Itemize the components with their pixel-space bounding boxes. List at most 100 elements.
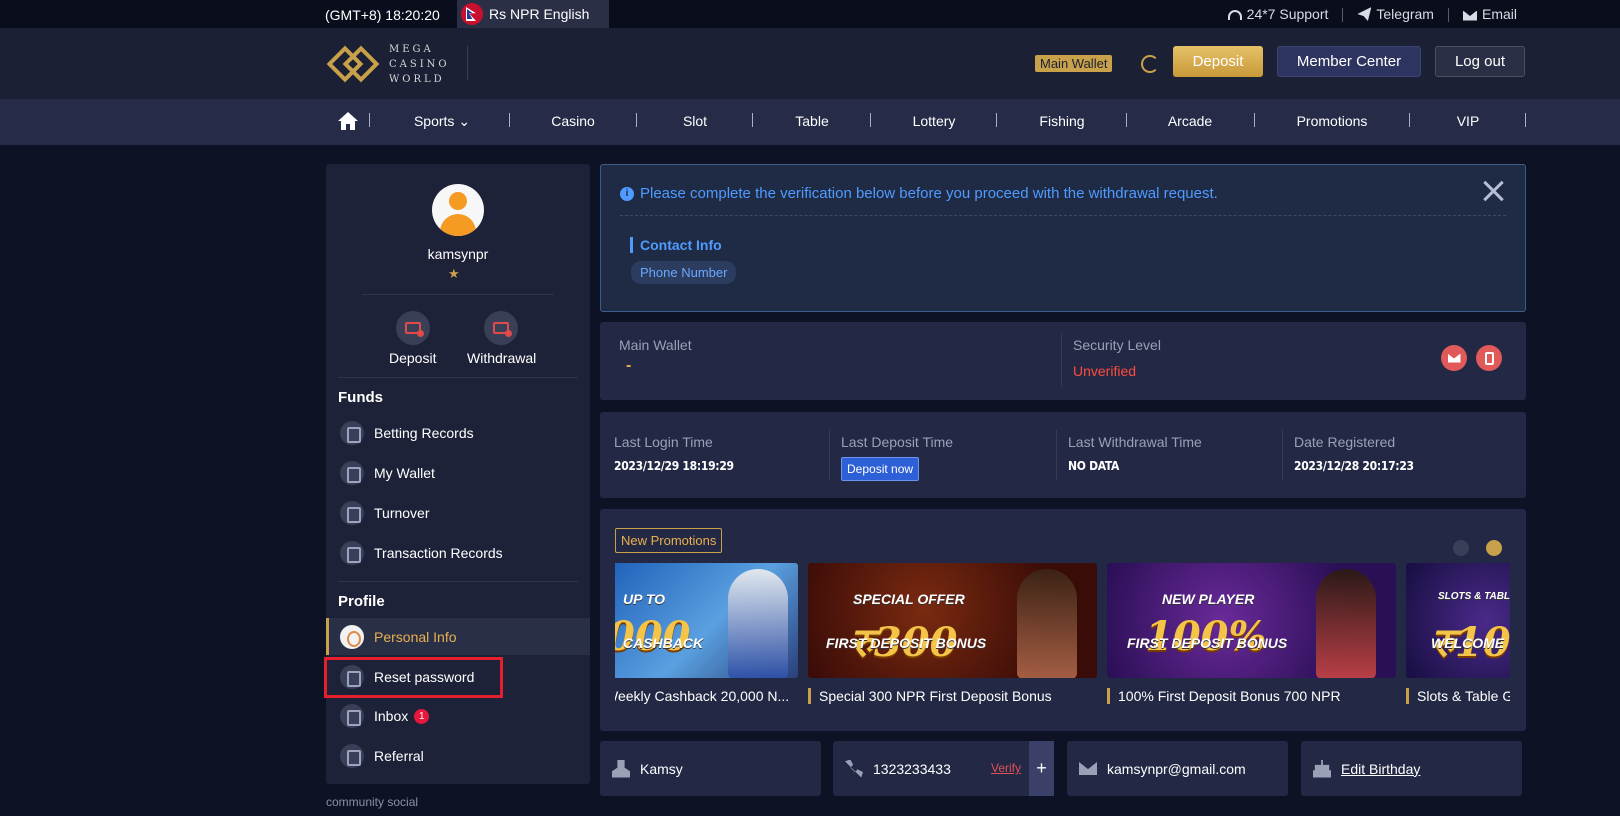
support-label: 24*7 Support — [1246, 6, 1329, 22]
date-registered-label: Date Registered — [1294, 434, 1396, 450]
sidebar-item-label: Betting Records — [374, 425, 474, 441]
sidebar-item-label: My Wallet — [374, 465, 435, 481]
name-field: Kamsy — [600, 741, 821, 796]
edit-birthday-link[interactable]: Edit Birthday — [1341, 761, 1420, 777]
nav-slot[interactable]: Slot — [683, 113, 707, 129]
promo-card[interactable]: UP TO 000 CASHBACK Weekly Cashback 20,00… — [615, 563, 798, 713]
sidebar-item-personal-info[interactable]: Personal Info — [326, 618, 590, 655]
sidebar-item-turnover[interactable]: Turnover — [326, 494, 590, 532]
divider — [362, 294, 554, 295]
carousel-dot-active[interactable] — [1486, 540, 1502, 556]
logo-mark-icon — [326, 40, 381, 88]
transaction-icon — [340, 541, 364, 565]
quick-withdrawal-label: Withdrawal — [467, 350, 537, 366]
security-level-label: Security Level — [1073, 337, 1161, 353]
header-divider — [467, 46, 468, 80]
sidebar-item-label: Personal Info — [374, 628, 457, 645]
nav-divider — [870, 113, 871, 127]
funds-heading: Funds — [338, 389, 383, 406]
notice-text: Please complete the verification below b… — [640, 185, 1218, 202]
divider — [620, 215, 1506, 216]
email-verify-button[interactable] — [1441, 345, 1467, 371]
sidebar-item-my-wallet[interactable]: My Wallet — [326, 454, 590, 492]
notice-message: i Please complete the verification below… — [620, 185, 1218, 202]
nav-table[interactable]: Table — [795, 113, 828, 129]
language-selector[interactable]: Rs NPR English — [457, 0, 609, 28]
phone-verify-button[interactable] — [1476, 345, 1502, 371]
last-login-value: 2023/12/29 18:19:29 — [614, 459, 734, 473]
sidebar-item-inbox[interactable]: Inbox 1 — [326, 697, 590, 735]
deposit-card-icon — [396, 311, 430, 345]
main-wallet-value: - — [626, 357, 632, 374]
nav-promotions[interactable]: Promotions — [1297, 113, 1368, 129]
carousel-dot[interactable] — [1453, 540, 1469, 556]
email-link[interactable]: Email — [1462, 6, 1517, 22]
inbox-icon — [340, 704, 364, 728]
withdrawal-card-icon — [484, 311, 518, 345]
sidebar-item-label: Inbox — [374, 708, 409, 724]
nav-divider — [509, 113, 510, 127]
telegram-icon — [1357, 7, 1372, 21]
divider — [338, 581, 578, 582]
last-withdrawal-value: NO DATA — [1068, 459, 1120, 473]
last-withdrawal-label: Last Withdrawal Time — [1068, 434, 1202, 450]
mail-icon — [1079, 762, 1097, 775]
refresh-icon[interactable] — [1141, 55, 1159, 73]
telegram-link[interactable]: Telegram — [1357, 6, 1434, 22]
profile-heading: Profile — [338, 593, 385, 610]
phone-number-chip[interactable]: Phone Number — [631, 261, 737, 284]
quick-withdrawal-button[interactable] — [484, 311, 518, 345]
sidebar-item-betting-records[interactable]: Betting Records — [326, 414, 590, 452]
activity-times-card — [600, 412, 1526, 498]
inbox-count-badge: 1 — [414, 708, 430, 724]
quick-deposit-label: Deposit — [389, 350, 437, 366]
verify-link[interactable]: Verify — [991, 761, 1021, 775]
nav-divider — [1409, 113, 1410, 127]
promotion-carousel: UP TO 000 CASHBACK Weekly Cashback 20,00… — [615, 563, 1510, 713]
site-logo[interactable]: MEGA CASINO WORLD — [326, 40, 450, 88]
deposit-button[interactable]: Deposit — [1173, 46, 1263, 77]
phone-value: 1323233433 — [873, 760, 951, 777]
nav-sports[interactable]: Sports ⌄ — [414, 113, 470, 130]
nav-fishing[interactable]: Fishing — [1039, 113, 1084, 129]
promo-banner-image: NEW PLAYER 100% FIRST DEPOSIT BONUS — [1107, 563, 1396, 678]
community-social-heading: community social — [326, 795, 419, 809]
email-value: kamsynpr@gmail.com — [1107, 760, 1246, 777]
support-link[interactable]: 24*7 Support — [1227, 6, 1329, 22]
quick-deposit-button[interactable] — [396, 311, 430, 345]
home-icon[interactable] — [337, 110, 359, 132]
nav-vip[interactable]: VIP — [1457, 113, 1480, 129]
phone-field: 1323233433 Verify + — [833, 741, 1054, 796]
mail-icon — [1462, 10, 1477, 21]
nav-divider — [1126, 113, 1127, 127]
sidebar-item-referral[interactable]: Referral — [326, 737, 590, 775]
add-phone-button[interactable]: + — [1029, 741, 1054, 796]
promo-card[interactable]: SPECIAL OFFER रु300 FIRST DEPOSIT BONUS … — [808, 563, 1097, 713]
headset-icon — [1227, 10, 1242, 20]
clock-display: (GMT+8) 18:20:20 — [325, 7, 440, 23]
nav-casino[interactable]: Casino — [551, 113, 595, 129]
member-center-button[interactable]: Member Center — [1277, 46, 1421, 77]
close-icon[interactable] — [1482, 180, 1504, 202]
wallet-security-card — [600, 322, 1526, 400]
nav-divider — [1254, 113, 1255, 127]
nav-lottery[interactable]: Lottery — [913, 113, 956, 129]
nav-arcade[interactable]: Arcade — [1168, 113, 1212, 129]
divider — [338, 377, 578, 378]
username: kamsynpr — [427, 246, 489, 262]
deposit-now-button[interactable]: Deposit now — [841, 457, 920, 481]
logout-button[interactable]: Log out — [1435, 46, 1525, 77]
avatar[interactable] — [432, 184, 484, 236]
phone-icon — [845, 759, 863, 778]
sidebar-item-label: Transaction Records — [374, 545, 503, 561]
phone-icon — [1484, 351, 1494, 365]
promo-card[interactable]: SLOTS & TABLE रु10,0 WELCOME Slots & Tab… — [1406, 563, 1510, 713]
new-promotions-tag: New Promotions — [615, 528, 723, 553]
sidebar-item-transaction-records[interactable]: Transaction Records — [326, 534, 590, 572]
info-icon: i — [620, 186, 634, 201]
user-icon — [612, 759, 630, 778]
mail-icon — [1447, 353, 1461, 363]
last-login-label: Last Login Time — [614, 434, 713, 450]
contact-info-heading: Contact Info — [630, 237, 722, 253]
promo-card[interactable]: NEW PLAYER 100% FIRST DEPOSIT BONUS 100%… — [1107, 563, 1396, 713]
